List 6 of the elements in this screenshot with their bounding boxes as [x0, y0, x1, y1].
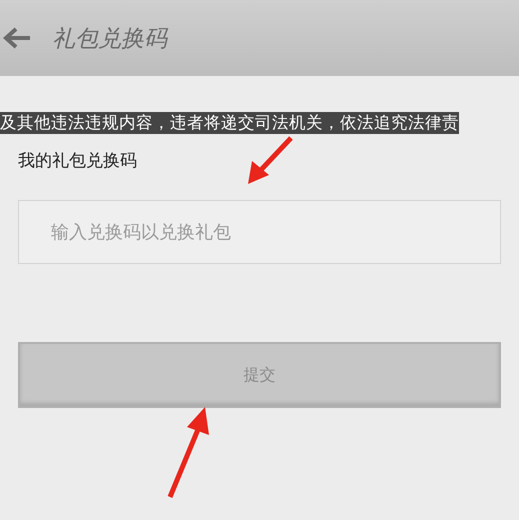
page-title: 礼包兑换码: [52, 24, 167, 54]
back-arrow-icon[interactable]: [2, 26, 32, 50]
notice-banner: 及其他违法违规内容，违者将递交司法机关，依法追究法律责: [0, 112, 459, 134]
section-title: 我的礼包兑换码: [18, 150, 137, 173]
annotation-arrow: [245, 136, 295, 186]
code-input-field[interactable]: 输入兑换码以兑换礼包: [18, 200, 501, 264]
